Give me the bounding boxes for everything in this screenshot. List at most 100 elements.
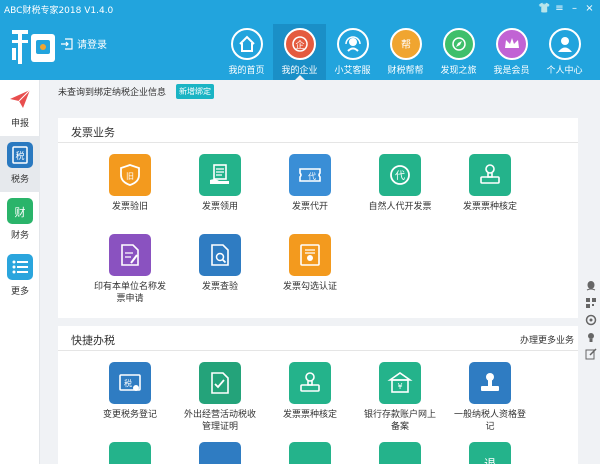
tile-invoice-type-approval[interactable]: 发票票种核定: [450, 154, 530, 213]
svg-text:帮: 帮: [401, 39, 411, 51]
svg-text:代: 代: [308, 171, 316, 181]
doc-icon: [109, 442, 151, 464]
company-icon: 企: [283, 28, 316, 60]
add-binding-button[interactable]: 新增绑定: [176, 83, 215, 99]
tile-invoice-check[interactable]: 旧 发票验旧: [90, 154, 170, 213]
settings-icon[interactable]: [585, 314, 597, 326]
qq-icon[interactable]: [585, 280, 597, 292]
tile-partial[interactable]: [270, 442, 350, 464]
sidebar-item-label: 更多: [10, 287, 29, 297]
tile-invoice-search[interactable]: 发票查验: [180, 234, 260, 293]
nav-label: 个人中心: [546, 66, 583, 76]
nav-member[interactable]: 我是会员: [485, 24, 538, 80]
nav-label: 我的首页: [228, 66, 265, 76]
nav-service[interactable]: 小艾客服: [326, 24, 379, 80]
skin-icon[interactable]: 👕: [538, 2, 551, 15]
tile-refund[interactable]: 退: [450, 442, 530, 464]
invoice-search-icon: [199, 234, 241, 276]
certificate-icon: [199, 362, 241, 404]
nav-home[interactable]: 我的首页: [220, 24, 273, 80]
tile-partial[interactable]: [90, 442, 170, 464]
title-bar: ABC财税专家2018 V1.4.0 👕 ≡ – ×: [0, 0, 600, 18]
panel-title: 快捷办税: [71, 334, 115, 347]
nav-label: 小艾客服: [334, 66, 371, 76]
qrcode-icon[interactable]: [585, 297, 597, 309]
tile-label: 发票勾选认证: [282, 282, 337, 292]
tile-invoice-certify[interactable]: 发票勾选认证: [270, 234, 350, 293]
tile-label: 发票票种核定: [462, 202, 517, 212]
top-nav: 我的首页 企 我的企业 小艾客服 帮 财税帮帮 发现之旅 我是会员 个人中心: [220, 24, 591, 80]
compass-icon: [442, 28, 475, 60]
seal-icon: [469, 362, 511, 404]
login-label: 请登录: [77, 40, 107, 51]
quick-tax-panel: 快捷办税 办理更多业务 税 变更税务登记 外出经营活动税收管理证明 发票票种核定…: [58, 326, 578, 464]
tile-label: 银行存款账户网上备案: [363, 410, 436, 432]
invoice-check-icon: 旧: [109, 154, 151, 196]
headset-icon: [336, 28, 369, 60]
proxy-icon: 代: [379, 154, 421, 196]
sidebar-item-label: 税务: [10, 175, 29, 185]
nav-company[interactable]: 企 我的企业: [273, 24, 326, 80]
tile-bank-account-filing[interactable]: ¥ 银行存款账户网上备案: [360, 362, 440, 433]
doc-icon: [379, 442, 421, 464]
tile-label: 发票代开: [291, 202, 328, 212]
tile-label: 发票领用: [201, 202, 238, 212]
sidebar-item-tax[interactable]: 税 税务: [0, 136, 40, 192]
tile-outbound-business-cert[interactable]: 外出经营活动税收管理证明: [180, 362, 260, 433]
nav-profile[interactable]: 个人中心: [538, 24, 591, 80]
home-icon: [230, 28, 263, 60]
login-button[interactable]: 请登录: [60, 36, 107, 51]
sidebar-item-label: 申报: [10, 119, 29, 129]
paper-plane-icon: [7, 86, 33, 112]
bank-icon: ¥: [379, 362, 421, 404]
tile-invoice-receive[interactable]: 发票领用: [180, 154, 260, 213]
nav-label: 我是会员: [493, 66, 530, 76]
app-logo: [12, 30, 55, 64]
window-controls: 👕 ≡ – ×: [538, 2, 596, 15]
main-content: 未查询到绑定纳税企业信息 新增绑定 发票业务 旧 发票验旧 发票领用 代 发票代…: [44, 80, 584, 464]
sidebar-item-more[interactable]: 更多: [0, 248, 40, 304]
tile-natural-person-proxy[interactable]: 代 自然人代开发票: [360, 154, 440, 213]
nav-help[interactable]: 帮 财税帮帮: [379, 24, 432, 80]
certify-icon: [289, 234, 331, 276]
nav-label: 我的企业: [281, 66, 318, 76]
svg-text:税: 税: [15, 150, 24, 162]
tax-change-icon: 税: [109, 362, 151, 404]
stamp-icon: [469, 154, 511, 196]
tile-label: 外出经营活动税收管理证明: [183, 410, 256, 432]
tile-label: 一般纳税人资格登记: [453, 410, 526, 432]
invoice-panel: 发票业务 旧 发票验旧 发票领用 代 发票代开 代 自然人代开发票 发票票种核定…: [58, 118, 578, 318]
app-title: ABC财税专家2018 V1.4.0: [4, 6, 114, 16]
tile-general-taxpayer[interactable]: 一般纳税人资格登记: [450, 362, 530, 433]
sidebar-item-label: 财务: [10, 231, 29, 241]
tile-label: 发票票种核定: [282, 410, 337, 420]
svg-text:¥: ¥: [397, 382, 402, 391]
stamp-icon: [289, 362, 331, 404]
menu-icon[interactable]: ≡: [553, 2, 566, 15]
sidebar: 申报 税 税务 财 财务 更多: [0, 80, 40, 464]
tile-tax-registration-change[interactable]: 税 变更税务登记: [90, 362, 170, 421]
tile-invoice-type-approval-quick[interactable]: 发票票种核定: [270, 362, 350, 421]
invoice-proxy-icon: 代: [289, 154, 331, 196]
nav-discover[interactable]: 发现之旅: [432, 24, 485, 80]
user-icon: [548, 28, 581, 60]
bulb-icon[interactable]: [585, 331, 597, 343]
tile-label: 自然人代开发票: [368, 202, 432, 212]
money-icon: [289, 442, 331, 464]
sidebar-item-declare[interactable]: 申报: [0, 80, 40, 136]
minimize-icon[interactable]: –: [568, 2, 581, 15]
list-icon: [7, 254, 33, 280]
more-business-link[interactable]: 办理更多业务: [520, 333, 574, 346]
close-icon[interactable]: ×: [583, 2, 596, 15]
login-icon: [61, 37, 73, 50]
tile-invoice-proxy[interactable]: 代 发票代开: [270, 154, 350, 213]
panel-title: 发票业务: [71, 126, 115, 139]
tile-partial[interactable]: [180, 442, 260, 464]
tile-custom-invoice-apply[interactable]: 印有本单位名称发票申请: [90, 234, 170, 305]
tile-partial[interactable]: [360, 442, 440, 464]
svg-text:财: 财: [15, 205, 26, 219]
apply-icon: [109, 234, 151, 276]
binding-notice: 未查询到绑定纳税企业信息 新增绑定: [44, 80, 584, 102]
edit-icon[interactable]: [585, 348, 597, 360]
sidebar-item-finance[interactable]: 财 财务: [0, 192, 40, 248]
